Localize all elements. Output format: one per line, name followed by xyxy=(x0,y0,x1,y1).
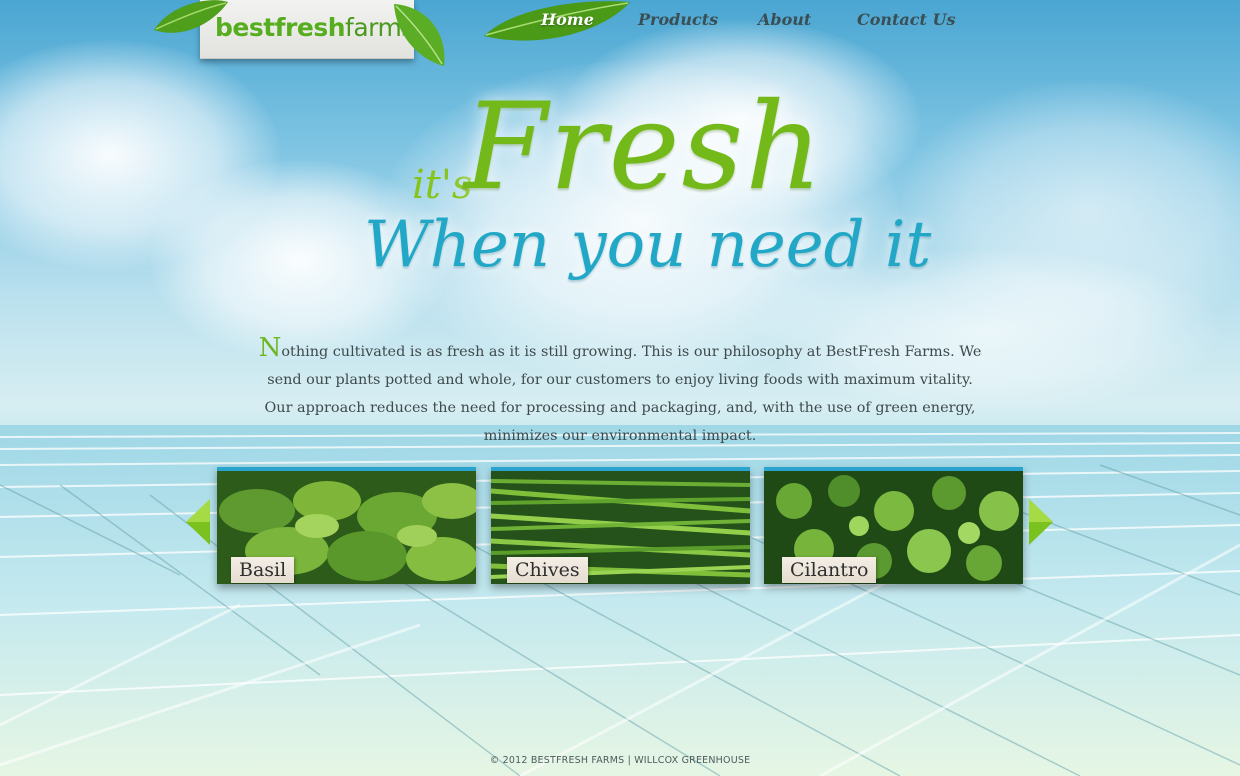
product-card-chives[interactable]: Chives xyxy=(491,467,750,584)
product-label: Cilantro xyxy=(782,557,877,583)
nav-products[interactable]: Products xyxy=(638,10,718,29)
headline-when-you-need-it: When you need it xyxy=(364,208,932,282)
nav-home[interactable]: Home xyxy=(541,10,594,29)
hero-headline: it's Fresh When you need it xyxy=(360,78,931,310)
intro-paragraph: Nothing cultivated is as fresh as it is … xyxy=(252,334,988,450)
nav-contact-us[interactable]: Contact Us xyxy=(857,10,955,29)
intro-dropcap: N xyxy=(258,333,282,364)
nav-about[interactable]: About xyxy=(758,10,811,29)
product-card-cilantro[interactable]: Cilantro xyxy=(764,467,1023,584)
leaf-left-icon xyxy=(154,0,228,33)
leaf-right-icon xyxy=(394,4,445,66)
intro-text: othing cultivated is as fresh as it is s… xyxy=(264,344,982,445)
logo-name-bold: bestfresh xyxy=(215,13,346,42)
triangle-left-icon[interactable] xyxy=(186,499,210,545)
footer-copyright: © 2012 BESTFRESH FARMS | WILLCOX GREENHO… xyxy=(489,755,751,766)
product-label: Basil xyxy=(231,557,295,583)
triangle-right-icon[interactable] xyxy=(1029,499,1053,545)
headline-fresh: Fresh xyxy=(464,78,825,217)
product-card-basil[interactable]: Basil xyxy=(217,467,476,584)
product-carousel: Basil Chives Cilantro xyxy=(186,467,1053,584)
product-label: Chives xyxy=(507,557,588,583)
site-logo[interactable]: bestfreshfarms xyxy=(200,0,414,59)
